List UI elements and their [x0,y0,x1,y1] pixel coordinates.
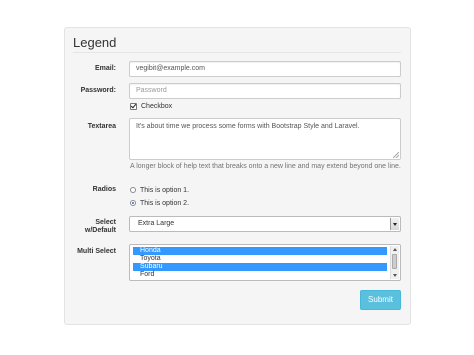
legend-divider [73,52,401,53]
dropdown-arrow-icon[interactable] [390,218,399,230]
textarea-label: Textarea [87,123,116,130]
radio-unchecked-icon[interactable] [130,187,136,193]
multi-select-scrollbar[interactable] [390,246,399,279]
password-label: Password: [80,87,116,94]
multi-select-label: Multi Select [77,248,116,255]
checkbox-checked-icon[interactable] [130,102,137,110]
select-default-label: Select w/Default [66,219,116,235]
checkbox-label: Checkbox [141,102,173,110]
email-field[interactable]: vegibit@example.com [129,61,401,77]
select-default-label-line1: Select [95,219,116,226]
email-label: Email: [94,65,116,72]
multi-select-option-honda[interactable]: Honda [133,247,387,255]
checkbox-row[interactable]: Checkbox [130,101,172,111]
multi-select-list[interactable]: Honda Toyota Subaru Ford [129,244,401,281]
select-default-label-line2: w/Default [84,227,116,234]
scrollbar-thumb[interactable] [392,254,397,269]
multi-select-option-ford[interactable]: Ford [133,271,387,279]
radio-option-2-label: This is option 2. [140,199,190,207]
textarea-value: It's about time we process some forms wi… [136,123,360,130]
radio-option-2[interactable]: This is option 2. [130,198,189,208]
password-field[interactable]: Password [129,83,401,99]
scroll-up-arrow-icon[interactable] [393,248,397,251]
radio-option-1[interactable]: This is option 1. [130,185,189,195]
submit-button[interactable]: Submit [360,290,401,310]
radios-label: Radios [92,186,116,193]
size-select-value: Extra Large [138,220,175,227]
multi-select-option-toyota[interactable]: Toyota [133,255,387,263]
radio-checked-icon[interactable] [130,200,136,206]
scroll-down-arrow-icon[interactable] [393,274,397,277]
size-select[interactable]: Extra Large [129,216,401,232]
radio-option-1-label: This is option 1. [140,186,190,194]
form-legend: Legend [73,35,117,50]
multi-select-option-subaru[interactable]: Subaru [133,263,387,271]
textarea-field[interactable]: It's about time we process some forms wi… [129,118,401,160]
textarea-help-text: A longer block of help text that breaks … [130,163,401,170]
resize-grip-icon[interactable] [393,152,399,158]
